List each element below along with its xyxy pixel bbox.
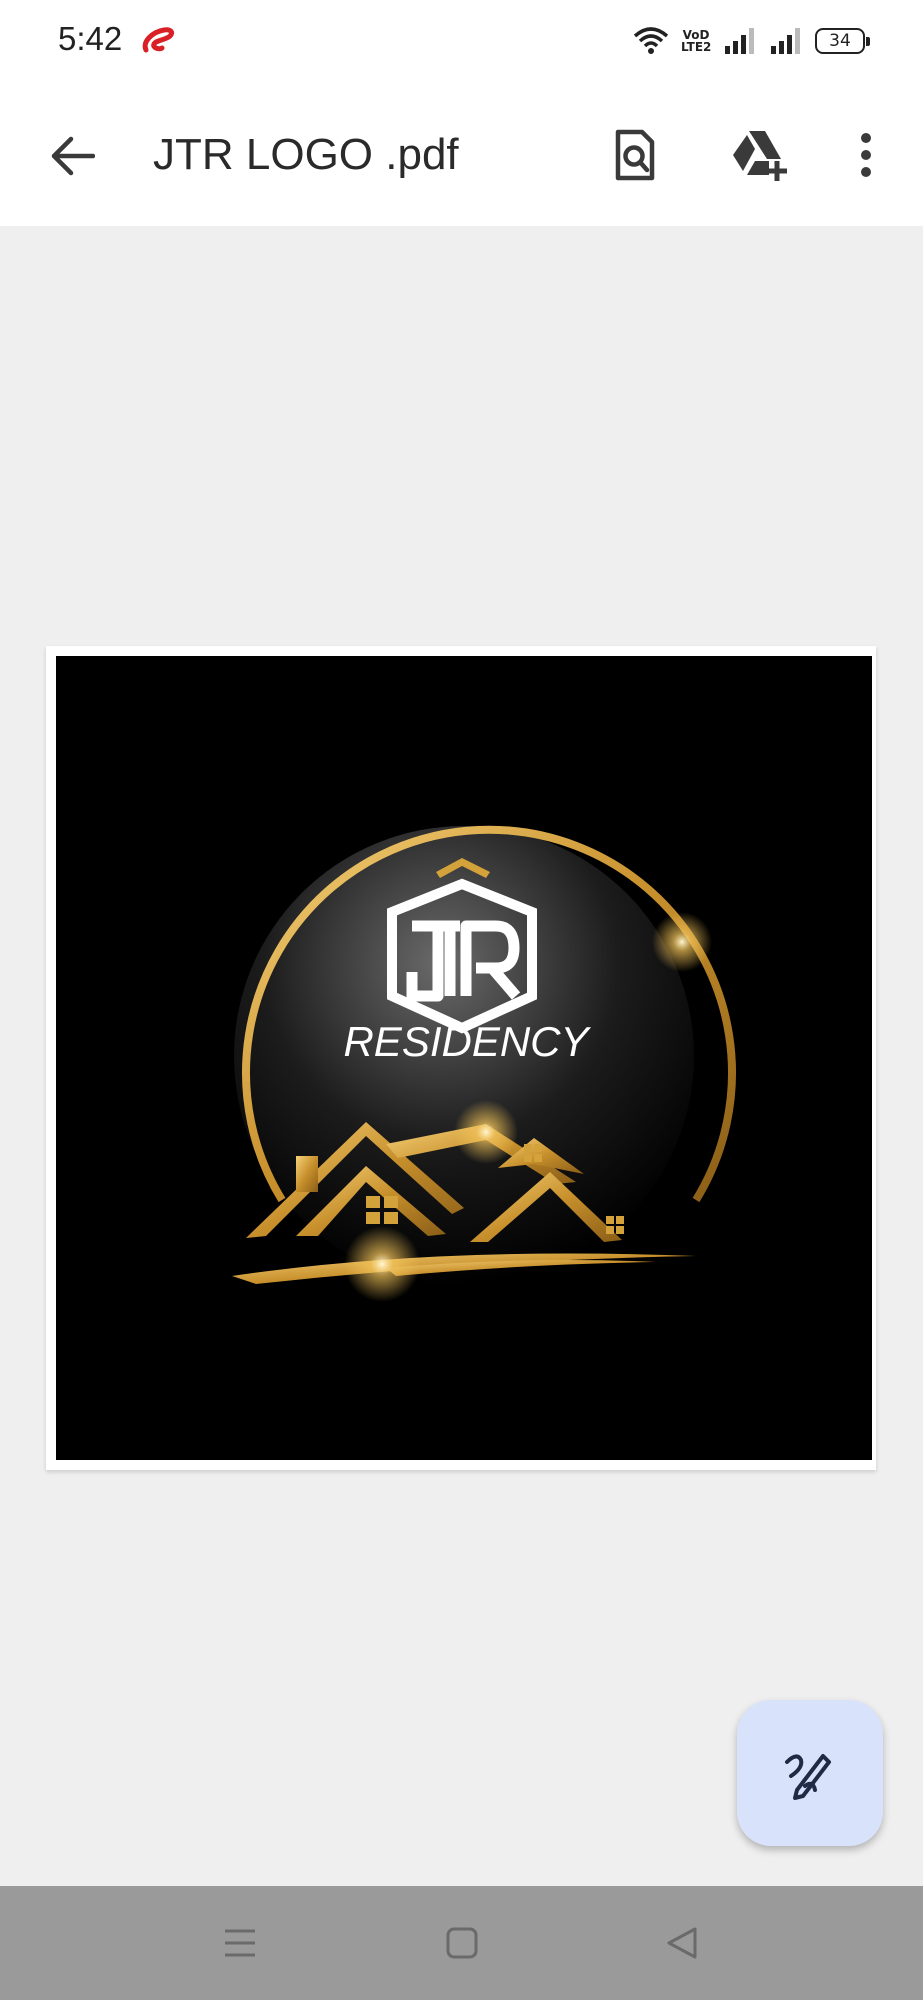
menu-icon <box>225 1929 255 1957</box>
logo-residency-text: RESIDENCY <box>343 1018 591 1065</box>
status-icons: VoD LTE2 34 <box>633 22 870 60</box>
nav-back-button[interactable] <box>652 1916 712 1970</box>
status-time: 5:42 <box>58 20 123 57</box>
document-title: JTR LOGO .pdf <box>153 130 459 179</box>
add-to-drive-button[interactable] <box>726 122 792 188</box>
battery-level: 34 <box>829 31 851 51</box>
find-in-document-button[interactable] <box>602 122 668 188</box>
sparkle-icon-2 <box>454 1100 518 1164</box>
nav-home-button[interactable] <box>432 1916 492 1970</box>
nav-recents-button[interactable] <box>210 1916 270 1970</box>
signal-icon-2 <box>771 28 800 54</box>
jtr-residency-logo: RESIDENCY <box>56 656 872 1460</box>
app-bar: JTR LOGO .pdf <box>0 80 923 226</box>
signal-icon <box>725 28 754 54</box>
find-in-page-icon <box>615 129 655 181</box>
more-options-button[interactable] <box>833 122 899 188</box>
annotate-fab-button[interactable] <box>737 1700 883 1846</box>
battery-icon: 34 <box>815 28 870 54</box>
edit-pen-icon <box>785 1754 831 1800</box>
status-bar: 5:42 VoD LTE2 34 <box>0 0 923 80</box>
logo-artwork: RESIDENCY <box>232 825 736 1302</box>
arrow-left-icon <box>51 136 95 176</box>
carrier-icon <box>142 27 175 53</box>
pdf-page: RESIDENCY <box>46 646 876 1470</box>
volte-label-bottom: LTE2 <box>681 40 712 54</box>
home-square-icon <box>446 1927 478 1959</box>
sparkle-icon <box>652 912 712 972</box>
sparkle-icon-3 <box>344 1226 420 1302</box>
volte-icon: VoD LTE2 <box>681 29 711 53</box>
back-button[interactable] <box>40 126 104 186</box>
back-triangle-icon <box>667 1927 697 1959</box>
add-to-drive-icon <box>733 131 787 181</box>
wifi-icon <box>633 27 669 54</box>
system-nav-bar <box>0 1886 923 2000</box>
pdf-viewer[interactable]: RESIDENCY <box>0 226 923 1886</box>
more-vert-icon <box>861 133 871 177</box>
